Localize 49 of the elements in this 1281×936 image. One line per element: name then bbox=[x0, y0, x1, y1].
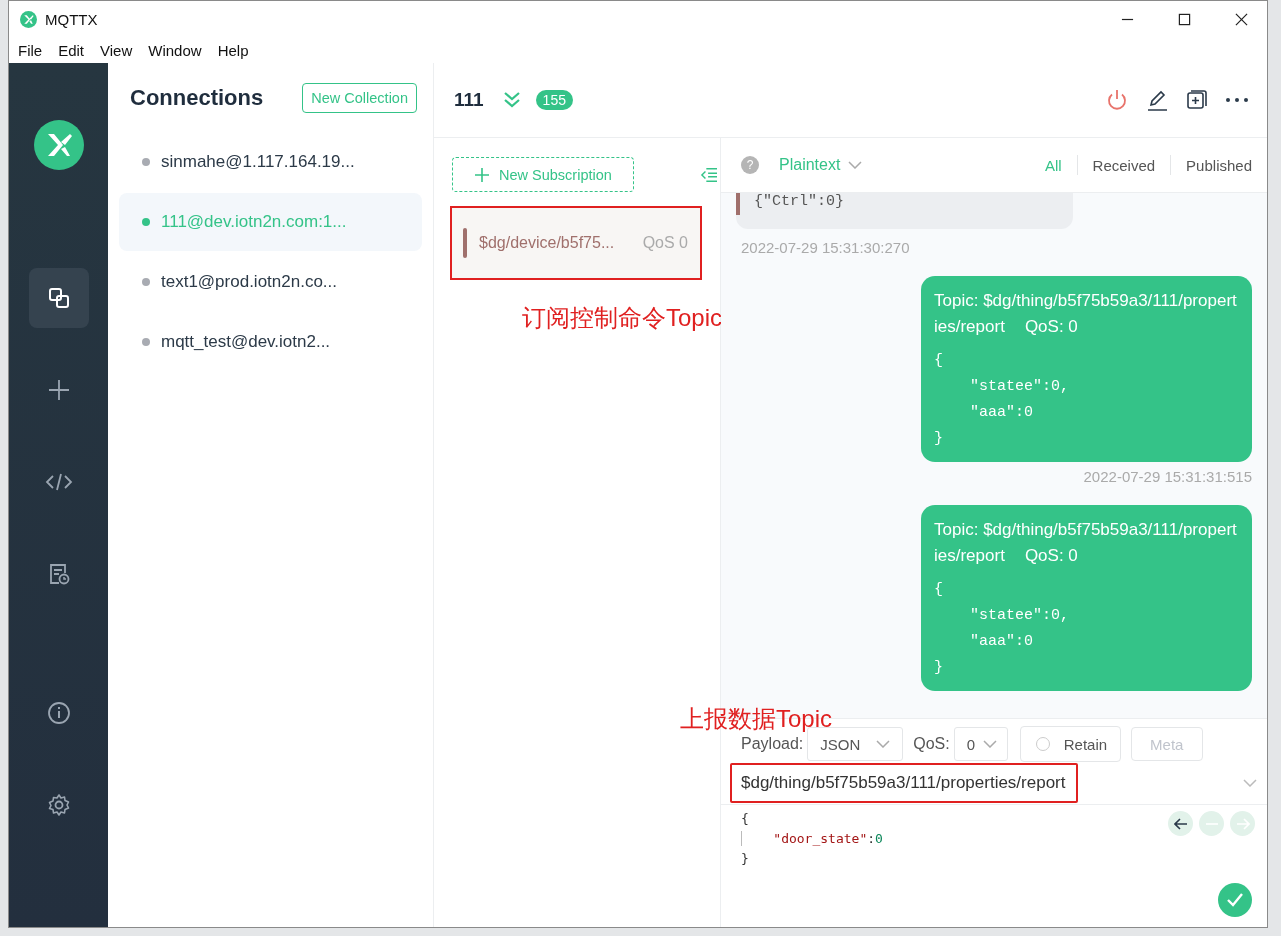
menu-item[interactable]: View bbox=[99, 42, 134, 59]
topic-input[interactable]: $dg/thing/b5f75b59a3/111/properties/report bbox=[741, 773, 1066, 793]
annotation-text: 订阅控制命令Topic bbox=[522, 303, 720, 333]
settings-icon bbox=[46, 793, 71, 817]
connection-name: 111 bbox=[454, 89, 484, 111]
new-window-icon[interactable] bbox=[1185, 88, 1209, 112]
chevron-down-icon bbox=[848, 161, 863, 169]
app-logo-icon bbox=[33, 120, 84, 170]
payload-label: Payload: bbox=[741, 735, 804, 753]
message-payload: {"Ctrl":0} bbox=[754, 193, 844, 210]
retain-toggle[interactable]: Retain bbox=[1019, 726, 1121, 762]
message-time: 2022-07-29 15:31:30:270 bbox=[741, 239, 911, 256]
payload-format-select[interactable]: JSON bbox=[807, 727, 904, 761]
filter-tab[interactable]: Received bbox=[1092, 156, 1156, 174]
payload-editor[interactable]: { "door_state":0 } bbox=[741, 809, 1267, 869]
menu-item[interactable]: Edit bbox=[57, 42, 86, 59]
connection-item[interactable]: mqtt_test@dev.iotn2... bbox=[119, 313, 422, 371]
menu-item[interactable]: Window bbox=[147, 42, 203, 59]
back-button[interactable] bbox=[1168, 811, 1193, 836]
menu-item[interactable]: Help bbox=[216, 42, 250, 59]
message-payload: { "statee":0, "aaa":0 } bbox=[934, 351, 1071, 449]
edit-icon[interactable] bbox=[1145, 88, 1169, 112]
panel-title: Connections bbox=[130, 85, 264, 111]
plus-icon bbox=[475, 167, 489, 182]
chevron-down-icon bbox=[982, 740, 997, 748]
filter-tab[interactable]: Published bbox=[1186, 156, 1252, 174]
message-topic: Topic: $dg/thing/b5f75b59a3/111/properties/report QoS: 0 bbox=[934, 290, 1238, 338]
connection-item[interactable]: sinmahe@1.117.164.19... bbox=[119, 133, 422, 191]
message-count-badge: 155 bbox=[535, 90, 573, 110]
subscription-item[interactable]: $dg/device/b5f75... QoS 0 bbox=[452, 208, 700, 278]
power-icon[interactable] bbox=[1105, 88, 1129, 112]
info-icon bbox=[46, 701, 71, 725]
message-time: 2022-07-29 15:31:31:515 bbox=[1083, 468, 1252, 485]
message-payload: { "statee":0, "aaa":0 } bbox=[934, 580, 1071, 678]
plus-icon bbox=[46, 378, 71, 402]
chevron-down-icon bbox=[876, 740, 891, 748]
menu-item[interactable]: File bbox=[17, 42, 44, 59]
arrow-left-icon bbox=[1173, 817, 1188, 830]
window-title: MQTTX bbox=[45, 11, 98, 28]
close-icon[interactable] bbox=[1235, 13, 1248, 26]
arrow-right-icon bbox=[1235, 817, 1250, 830]
qos-select[interactable]: 0 bbox=[953, 727, 1008, 761]
overlapping-squares-icon bbox=[46, 286, 71, 310]
qos-label: QoS: bbox=[913, 735, 950, 753]
maximize-icon[interactable] bbox=[1178, 13, 1191, 26]
message-topic: Topic: $dg/thing/b5f75b59a3/111/properties/report QoS: 0 bbox=[934, 519, 1238, 567]
connections-nav-button[interactable] bbox=[28, 268, 89, 328]
app-logo-icon bbox=[20, 11, 37, 28]
connection-item[interactable]: text1@prod.iotn2n.co... bbox=[119, 253, 422, 311]
